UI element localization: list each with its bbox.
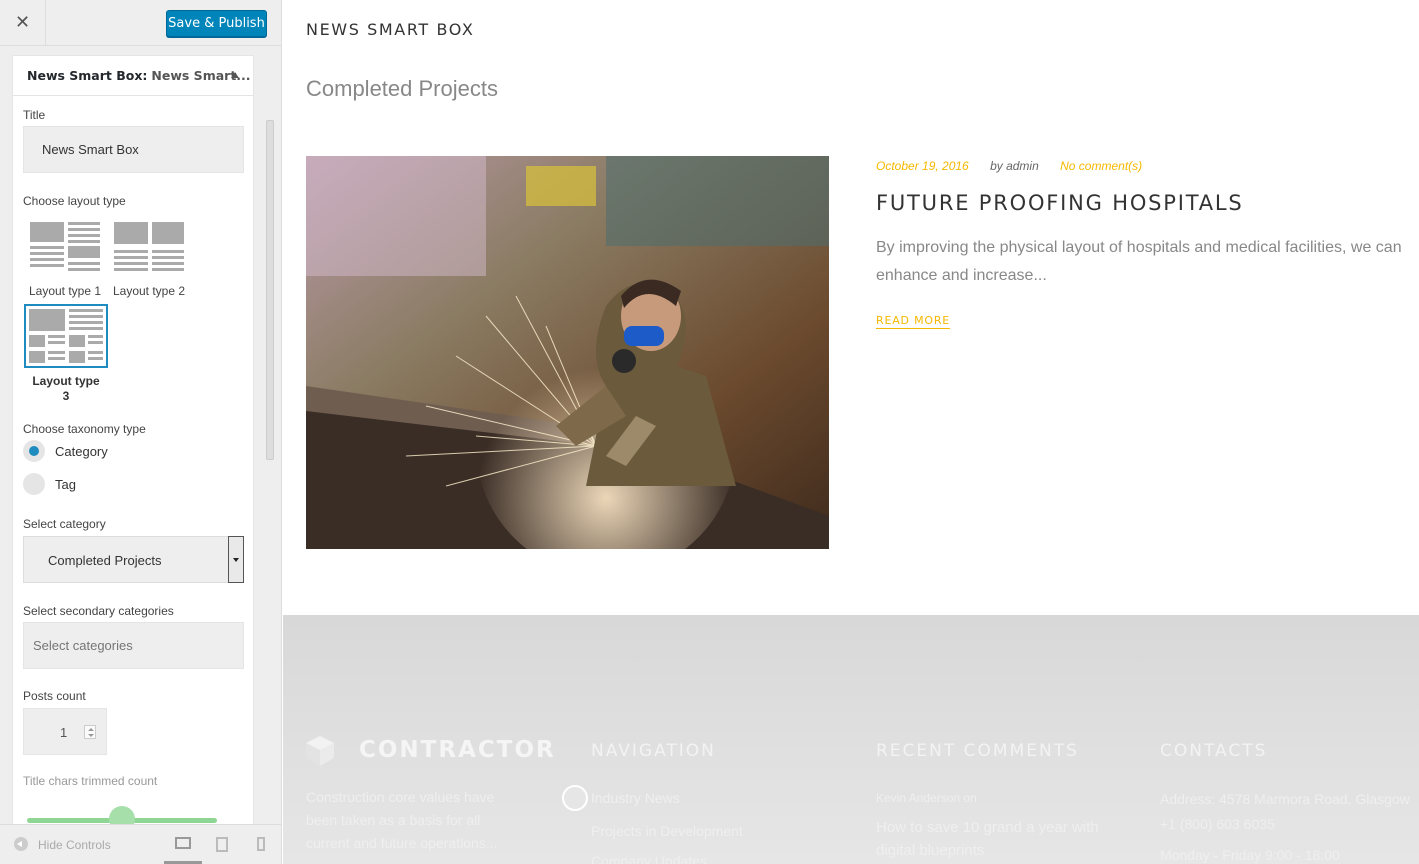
chars-slider-handle[interactable] — [109, 806, 135, 824]
post-date[interactable]: October 19, 2016 — [876, 159, 969, 173]
layout-option-label: Layout type 2 — [112, 284, 186, 298]
post-meta: October 19, 2016 by admin No comment(s) — [876, 159, 1142, 173]
footer-about-line: Construction core values have — [306, 789, 495, 805]
category-select[interactable]: Completed Projects — [23, 536, 244, 583]
footer-nav-item[interactable]: Industry News — [591, 790, 680, 806]
post-featured-image[interactable] — [306, 156, 829, 549]
post-comments-link[interactable]: No comment(s) — [1060, 159, 1142, 173]
site-footer: CONTRACTOR Construction core values have… — [283, 615, 1419, 864]
layout-1-thumbnail — [28, 220, 102, 276]
hide-controls-label: Hide Controls — [38, 838, 111, 852]
spinner-arrows-icon[interactable] — [84, 725, 96, 739]
widget-heading: NEWS SMART BOX — [306, 20, 475, 39]
widget-title-name: News Smart Box: — [27, 68, 148, 83]
footer-about-line: current and future operations... — [306, 835, 498, 851]
footer-contacts-heading: CONTACTS — [1160, 741, 1268, 761]
footer-comment-link[interactable]: digital blueprints — [876, 842, 984, 859]
mobile-preview-icon[interactable] — [257, 837, 265, 851]
title-label: Title — [23, 108, 46, 122]
desktop-preview-icon[interactable] — [175, 837, 191, 849]
layout-option-2[interactable]: Layout type 2 — [108, 220, 190, 298]
layout-3-thumbnail — [24, 304, 108, 368]
posts-count-label: Posts count — [23, 689, 86, 703]
layout-option-label: Layout type 1 — [28, 284, 102, 298]
layout-option-3[interactable]: Layout type 3 — [23, 304, 109, 404]
tablet-preview-icon[interactable] — [216, 837, 228, 852]
collapse-arrow-icon[interactable] — [231, 72, 239, 78]
tag-radio[interactable] — [23, 473, 45, 495]
logo-cube-icon — [306, 736, 334, 766]
customizer-header: ✕ Save & Publish — [0, 0, 281, 46]
posts-count-stepper[interactable]: 1 — [23, 708, 107, 755]
customizer-sidebar: ✕ Save & Publish News Smart Box: News Sm… — [0, 0, 282, 864]
tag-radio-label: Tag — [55, 477, 76, 492]
footer-nav-heading: NAVIGATION — [591, 741, 716, 761]
posts-count-value: 1 — [60, 725, 68, 740]
post-author[interactable]: by admin — [990, 159, 1039, 173]
footer-logo-text[interactable]: CONTRACTOR — [359, 737, 556, 763]
footer-comments-heading: RECENT COMMENTS — [876, 741, 1079, 761]
category-radio[interactable] — [23, 440, 45, 462]
category-radio-label: Category — [55, 444, 108, 459]
layout-option-label: Layout type 3 — [32, 374, 100, 403]
footer-about-line: been taken as a basis for all — [306, 812, 481, 828]
select-category-label: Select category — [23, 517, 106, 531]
footer-contact-line: Address: 4578 Marmora Road, Glasgow — [1160, 791, 1410, 807]
footer-comment-link[interactable]: How to save 10 grand a year with — [876, 819, 1099, 836]
category-title: Completed Projects — [306, 76, 498, 101]
footer-nav-item[interactable]: Company Updates — [591, 853, 707, 864]
footer-contact-line: +1 (800) 603 6035 — [1160, 816, 1275, 832]
site-preview: NEWS SMART BOX Completed Projects Octobe… — [283, 0, 1419, 864]
customizer-footer: Hide Controls — [0, 824, 281, 864]
category-select-value: Completed Projects — [48, 553, 162, 568]
layout-option-1[interactable]: Layout type 1 — [24, 220, 106, 298]
widget-panel: News Smart Box: News Smart... Title Choo… — [12, 55, 254, 825]
post-excerpt: By improving the physical layout of hosp… — [876, 239, 1402, 284]
layout-type-label: Choose layout type — [23, 194, 126, 208]
search-icon[interactable] — [562, 785, 588, 811]
secondary-categories-input[interactable] — [23, 622, 244, 669]
hide-controls-button[interactable]: Hide Controls — [14, 837, 111, 852]
post-title[interactable]: FUTURE PROOFING HOSPITALS — [876, 191, 1244, 215]
chevron-down-icon[interactable] — [228, 536, 244, 583]
taxonomy-label: Choose taxonomy type — [23, 422, 146, 436]
chars-trimmed-label: Title chars trimmed count — [23, 774, 158, 788]
sidebar-scrollbar[interactable] — [266, 120, 274, 460]
widget-title-bar[interactable]: News Smart Box: News Smart... — [13, 56, 253, 96]
close-icon[interactable]: ✕ — [0, 0, 46, 46]
footer-contact-line: Monday - Friday 9:00 - 18:00 — [1160, 847, 1340, 863]
read-more-link[interactable]: READ MORE — [876, 314, 951, 329]
save-publish-button[interactable]: Save & Publish — [166, 10, 267, 37]
layout-2-thumbnail — [112, 220, 186, 276]
footer-nav-item[interactable]: Projects in Development — [591, 823, 743, 839]
collapse-left-icon — [14, 837, 28, 851]
footer-comment-author: Kevin Anderson on — [876, 791, 977, 805]
title-input[interactable] — [23, 126, 244, 173]
secondary-categories-label: Select secondary categories — [23, 604, 174, 618]
